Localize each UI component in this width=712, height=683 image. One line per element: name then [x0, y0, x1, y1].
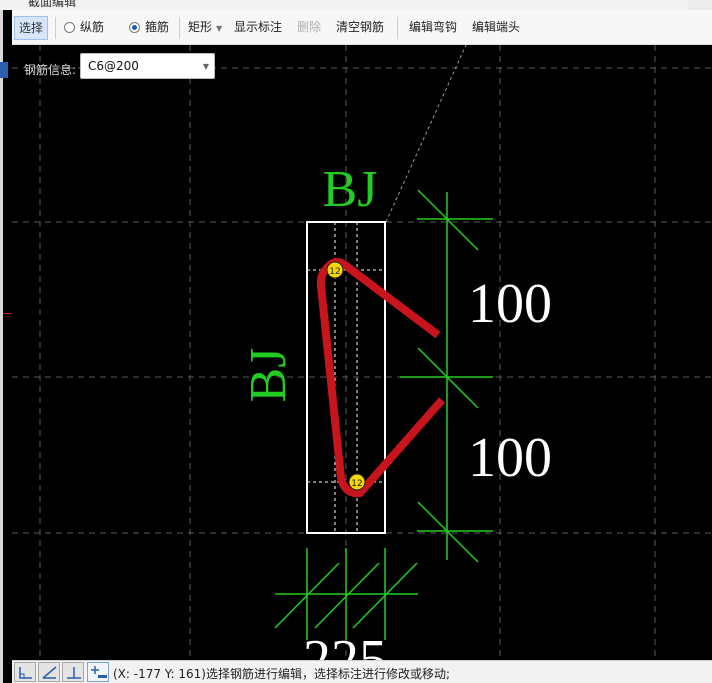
rebar-info-select[interactable]: C6@200 ▼: [80, 53, 215, 79]
diagonal-icon: [42, 666, 57, 679]
ortho-snap-button[interactable]: [14, 662, 36, 682]
rebar-bottom[interactable]: 12: [348, 473, 366, 491]
dim-text-upper[interactable]: 100: [468, 273, 552, 335]
dim-text-lower[interactable]: 100: [468, 427, 552, 489]
rebar-info-label: 钢筋信息:: [24, 63, 77, 77]
background-grid: [12, 45, 712, 660]
bottom-dimension-lines: [274, 548, 418, 640]
corner-icon: [19, 667, 32, 679]
dim-tick: [314, 562, 380, 629]
dim-tick: [417, 501, 479, 563]
oblique-line-button[interactable]: [38, 662, 60, 682]
label-left[interactable]: BJ: [240, 348, 297, 403]
label-top[interactable]: BJ: [323, 161, 378, 218]
perpendicular-button[interactable]: [62, 662, 84, 682]
crosshair-icon: [91, 666, 107, 678]
rebar-bottom-label: 12: [351, 479, 362, 489]
drawing-canvas[interactable]: 12 12 BJ BJ 100 100 225: [0, 0, 712, 683]
status-text: (X: -177 Y: 161)选择钢筋进行编辑，选择标注进行修改或移动;: [113, 667, 451, 681]
perpendicular-icon: [67, 667, 81, 679]
dim-tick: [417, 347, 479, 409]
leader-line: [385, 44, 467, 223]
rebar-top-label: 12: [329, 267, 340, 277]
chevron-down-icon: ▼: [202, 62, 209, 71]
right-dimension-lines: [400, 189, 493, 563]
rebar-top[interactable]: 12: [326, 261, 344, 279]
rebar-info-value: C6@200: [88, 59, 139, 73]
status-bar: (X: -177 Y: 161)选择钢筋进行编辑，选择标注进行修改或移动;: [12, 660, 712, 683]
snap-point-button[interactable]: [87, 662, 109, 682]
dim-tick: [417, 189, 479, 251]
